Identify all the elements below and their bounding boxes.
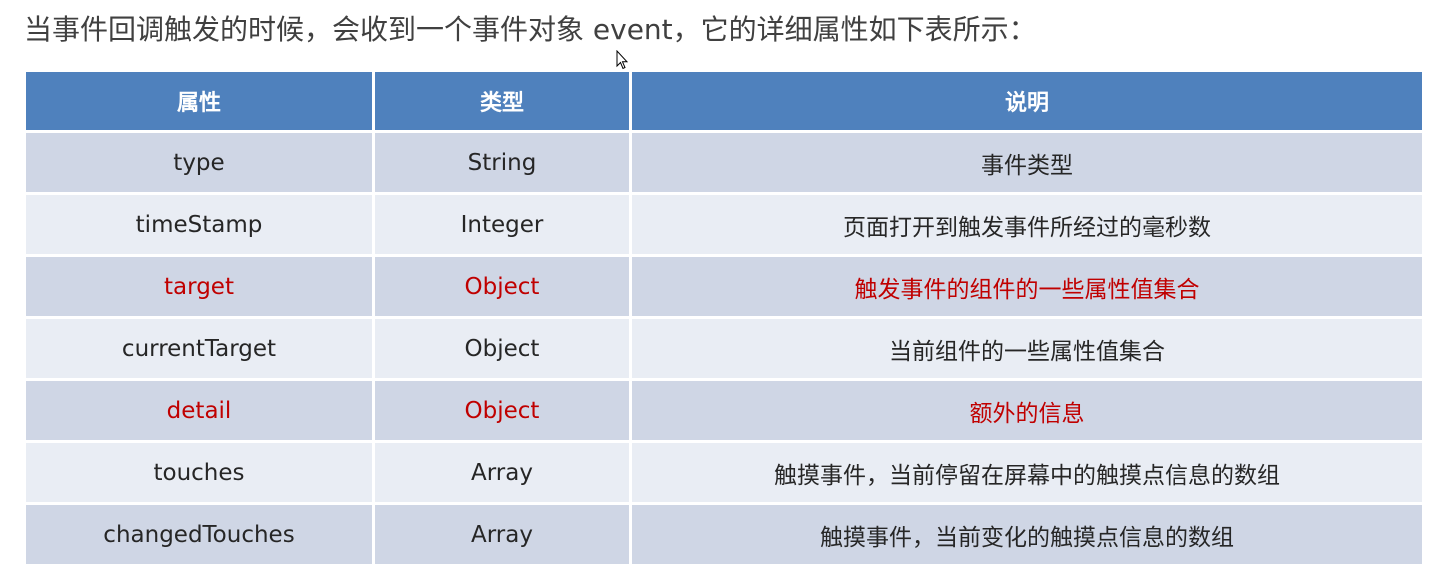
cell-type: Object	[375, 257, 632, 319]
cell-type: Integer	[375, 195, 632, 257]
table-row: target Object 触发事件的组件的一些属性值集合	[26, 257, 1422, 319]
header-property: 属性	[26, 72, 375, 133]
table-row: touches Array 触摸事件，当前停留在屏幕中的触摸点信息的数组	[26, 443, 1422, 505]
cell-type: Array	[375, 505, 632, 567]
header-type: 类型	[375, 72, 632, 133]
cell-property: type	[26, 133, 375, 195]
cell-description: 页面打开到触发事件所经过的毫秒数	[632, 195, 1422, 257]
table-row: type String 事件类型	[26, 133, 1422, 195]
cell-property: detail	[26, 381, 375, 443]
cell-description: 触摸事件，当前停留在屏幕中的触摸点信息的数组	[632, 443, 1422, 505]
table-header-row: 属性 类型 说明	[26, 72, 1422, 133]
cell-property: target	[26, 257, 375, 319]
cell-type: String	[375, 133, 632, 195]
table-row: timeStamp Integer 页面打开到触发事件所经过的毫秒数	[26, 195, 1422, 257]
cell-type: Array	[375, 443, 632, 505]
event-attributes-table: 属性 类型 说明 type String 事件类型 timeStamp Integer 页…	[26, 72, 1422, 567]
table-row: detail Object 额外的信息	[26, 381, 1422, 443]
intro-text: 当事件回调触发的时候，会收到一个事件对象 event，它的详细属性如下表所示：	[24, 13, 1037, 46]
cell-type: Object	[375, 319, 632, 381]
cell-description: 额外的信息	[632, 381, 1422, 443]
cell-property: changedTouches	[26, 505, 375, 567]
mouse-cursor-icon	[616, 50, 628, 70]
cell-type: Object	[375, 381, 632, 443]
table-row: currentTarget Object 当前组件的一些属性值集合	[26, 319, 1422, 381]
cell-description: 触摸事件，当前变化的触摸点信息的数组	[632, 505, 1422, 567]
header-description: 说明	[632, 72, 1422, 133]
table-row: changedTouches Array 触摸事件，当前变化的触摸点信息的数组	[26, 505, 1422, 567]
cell-description: 事件类型	[632, 133, 1422, 195]
cell-description: 触发事件的组件的一些属性值集合	[632, 257, 1422, 319]
cell-property: touches	[26, 443, 375, 505]
cell-property: currentTarget	[26, 319, 375, 381]
cell-property: timeStamp	[26, 195, 375, 257]
cell-description: 当前组件的一些属性值集合	[632, 319, 1422, 381]
